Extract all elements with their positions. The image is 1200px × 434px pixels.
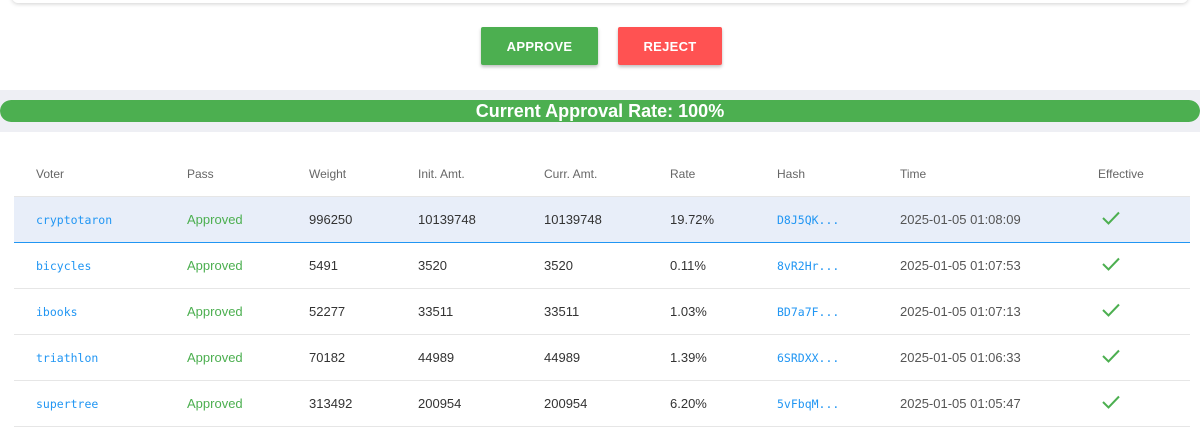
voter-link[interactable]: cryptotaron [36,213,112,227]
column-header-weight[interactable]: Weight [287,152,396,197]
init-amt-cell: 33511 [396,288,522,335]
rate-cell: 19.72% [648,196,755,243]
weight-cell: 70182 [287,334,396,381]
hash-link[interactable]: 6SRDXX... [777,351,839,365]
curr-amt-cell: 10139748 [522,196,648,243]
votes-table: Voter Pass Weight Init. Amt. Curr. Amt. … [14,152,1190,427]
column-header-pass[interactable]: Pass [165,152,287,197]
check-icon [1102,257,1120,274]
time-cell: 2025-01-05 01:05:47 [878,380,1076,427]
init-amt-cell: 3520 [396,242,522,289]
curr-amt-cell: 44989 [522,334,648,381]
column-header-init-amt[interactable]: Init. Amt. [396,152,522,197]
hash-link[interactable]: 8vR2Hr... [777,259,839,273]
rate-cell: 0.11% [648,242,755,289]
column-header-effective[interactable]: Effective [1076,152,1190,197]
weight-cell: 5491 [287,242,396,289]
check-icon [1102,349,1120,366]
top-card-edge [12,0,1188,3]
table-row[interactable]: bicycles Approved 5491 3520 3520 0.11% 8… [14,242,1190,289]
approve-button[interactable]: APPROVE [481,27,598,65]
time-cell: 2025-01-05 01:07:53 [878,242,1076,289]
vote-actions: APPROVE REJECT [0,27,1200,67]
hash-link[interactable]: 5vFbqM... [777,397,839,411]
column-header-voter[interactable]: Voter [14,152,165,197]
check-icon [1102,303,1120,320]
approval-rate-progress-bar: Current Approval Rate: 100% [0,100,1200,122]
column-header-time[interactable]: Time [878,152,1076,197]
weight-cell: 996250 [287,196,396,243]
time-cell: 2025-01-05 01:07:13 [878,288,1076,335]
voter-link[interactable]: triathlon [36,351,98,365]
pass-status: Approved [165,288,287,335]
curr-amt-cell: 3520 [522,242,648,289]
time-cell: 2025-01-05 01:06:33 [878,334,1076,381]
weight-cell: 313492 [287,380,396,427]
pass-status: Approved [165,242,287,289]
voter-link[interactable]: ibooks [36,305,78,319]
check-icon [1102,395,1120,412]
rate-cell: 1.39% [648,334,755,381]
votes-table-container: Voter Pass Weight Init. Amt. Curr. Amt. … [14,152,1190,427]
column-header-hash[interactable]: Hash [755,152,878,197]
voter-link[interactable]: supertree [36,397,98,411]
voter-link[interactable]: bicycles [36,259,91,273]
init-amt-cell: 10139748 [396,196,522,243]
check-icon [1102,211,1120,228]
init-amt-cell: 44989 [396,334,522,381]
approval-rate-section: Current Approval Rate: 100% [0,90,1200,132]
table-header-row: Voter Pass Weight Init. Amt. Curr. Amt. … [14,152,1190,197]
rate-cell: 1.03% [648,288,755,335]
table-row[interactable]: ibooks Approved 52277 33511 33511 1.03% … [14,288,1190,335]
column-header-curr-amt[interactable]: Curr. Amt. [522,152,648,197]
table-row[interactable]: triathlon Approved 70182 44989 44989 1.3… [14,334,1190,381]
weight-cell: 52277 [287,288,396,335]
reject-button[interactable]: REJECT [618,27,722,65]
table-row[interactable]: supertree Approved 313492 200954 200954 … [14,380,1190,427]
curr-amt-cell: 33511 [522,288,648,335]
time-cell: 2025-01-05 01:08:09 [878,196,1076,243]
hash-link[interactable]: D8J5QK... [777,213,839,227]
curr-amt-cell: 200954 [522,380,648,427]
init-amt-cell: 200954 [396,380,522,427]
pass-status: Approved [165,334,287,381]
pass-status: Approved [165,380,287,427]
column-header-rate[interactable]: Rate [648,152,755,197]
approval-rate-label: Current Approval Rate: 100% [475,101,725,121]
hash-link[interactable]: BD7a7F... [777,305,839,319]
rate-cell: 6.20% [648,380,755,427]
pass-status: Approved [165,196,287,243]
table-row[interactable]: cryptotaron Approved 996250 10139748 101… [14,196,1190,243]
